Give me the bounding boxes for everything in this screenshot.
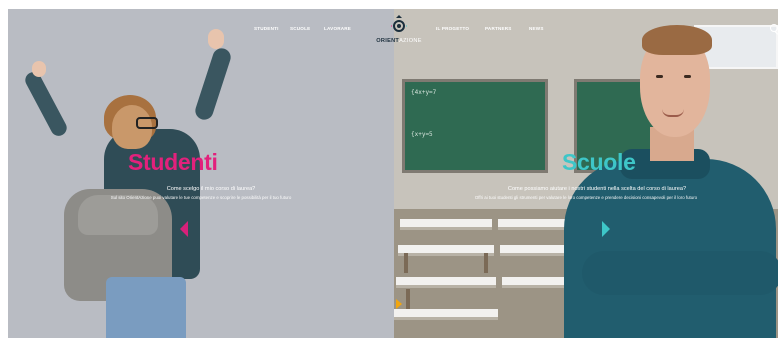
desk-leg	[406, 289, 410, 309]
desk	[398, 245, 494, 256]
arrow-left-icon[interactable]	[180, 221, 188, 237]
nav-item-studenti[interactable]: STUDENTI	[254, 26, 279, 31]
search-icon[interactable]	[770, 24, 778, 32]
students-question: Come scelgo il mio corso di laurea?	[166, 186, 256, 192]
desk	[394, 309, 498, 320]
desk	[400, 219, 492, 230]
nav-item-il-progetto[interactable]: IL PROGETTO	[436, 26, 469, 31]
students-title[interactable]: Studenti	[128, 149, 218, 176]
scroll-indicator-icon[interactable]	[396, 299, 402, 309]
desk-leg	[484, 253, 488, 273]
nav-item-scuole[interactable]: SCUOLE	[290, 26, 310, 31]
desk-leg	[404, 253, 408, 273]
nav-item-news[interactable]: NEWS	[529, 26, 544, 31]
girl-arm-left	[22, 69, 70, 139]
top-navigation: STUDENTI SCUOLE LAVORARE ORIENTAZIONE IL…	[8, 9, 778, 59]
girl-jeans	[106, 277, 186, 338]
arrow-right-icon[interactable]	[602, 221, 610, 237]
students-subtitle: Sul sito OrientAzione puoi valutare le t…	[110, 195, 292, 200]
schools-title[interactable]: Scuole	[562, 149, 636, 176]
nav-item-lavorare[interactable]: LAVORARE	[324, 26, 351, 31]
chalk-math-1: {4x+y=7	[411, 89, 437, 96]
teacher-eye	[656, 75, 663, 78]
site-logo[interactable]: ORIENTAZIONE	[369, 13, 429, 53]
chalk-math-2: {x+y=5	[411, 131, 433, 138]
logo-wordmark: ORIENTAZIONE	[369, 38, 429, 44]
backpack-flap	[78, 195, 158, 235]
schools-subtitle: Offri ai tuoi studenti gli strumenti per…	[474, 195, 698, 200]
girl-glasses	[136, 117, 158, 129]
hero-split: Studenti Come scelgo il mio corso di lau…	[8, 9, 778, 338]
teacher-crossed-arms	[582, 251, 778, 295]
girl-hand-left	[32, 61, 46, 77]
logo-mark-icon	[391, 15, 407, 32]
schools-question: Come possiamo aiutare i nostri studenti …	[507, 186, 687, 192]
logo-text-light: AZIONE	[399, 38, 422, 44]
chalkboard-left: {4x+y=7 {x+y=5	[402, 79, 548, 173]
teacher-eye	[684, 75, 691, 78]
nav-item-partners[interactable]: PARTNERS	[485, 26, 512, 31]
logo-text-bold: ORIENT	[376, 38, 400, 44]
desk	[396, 277, 496, 288]
